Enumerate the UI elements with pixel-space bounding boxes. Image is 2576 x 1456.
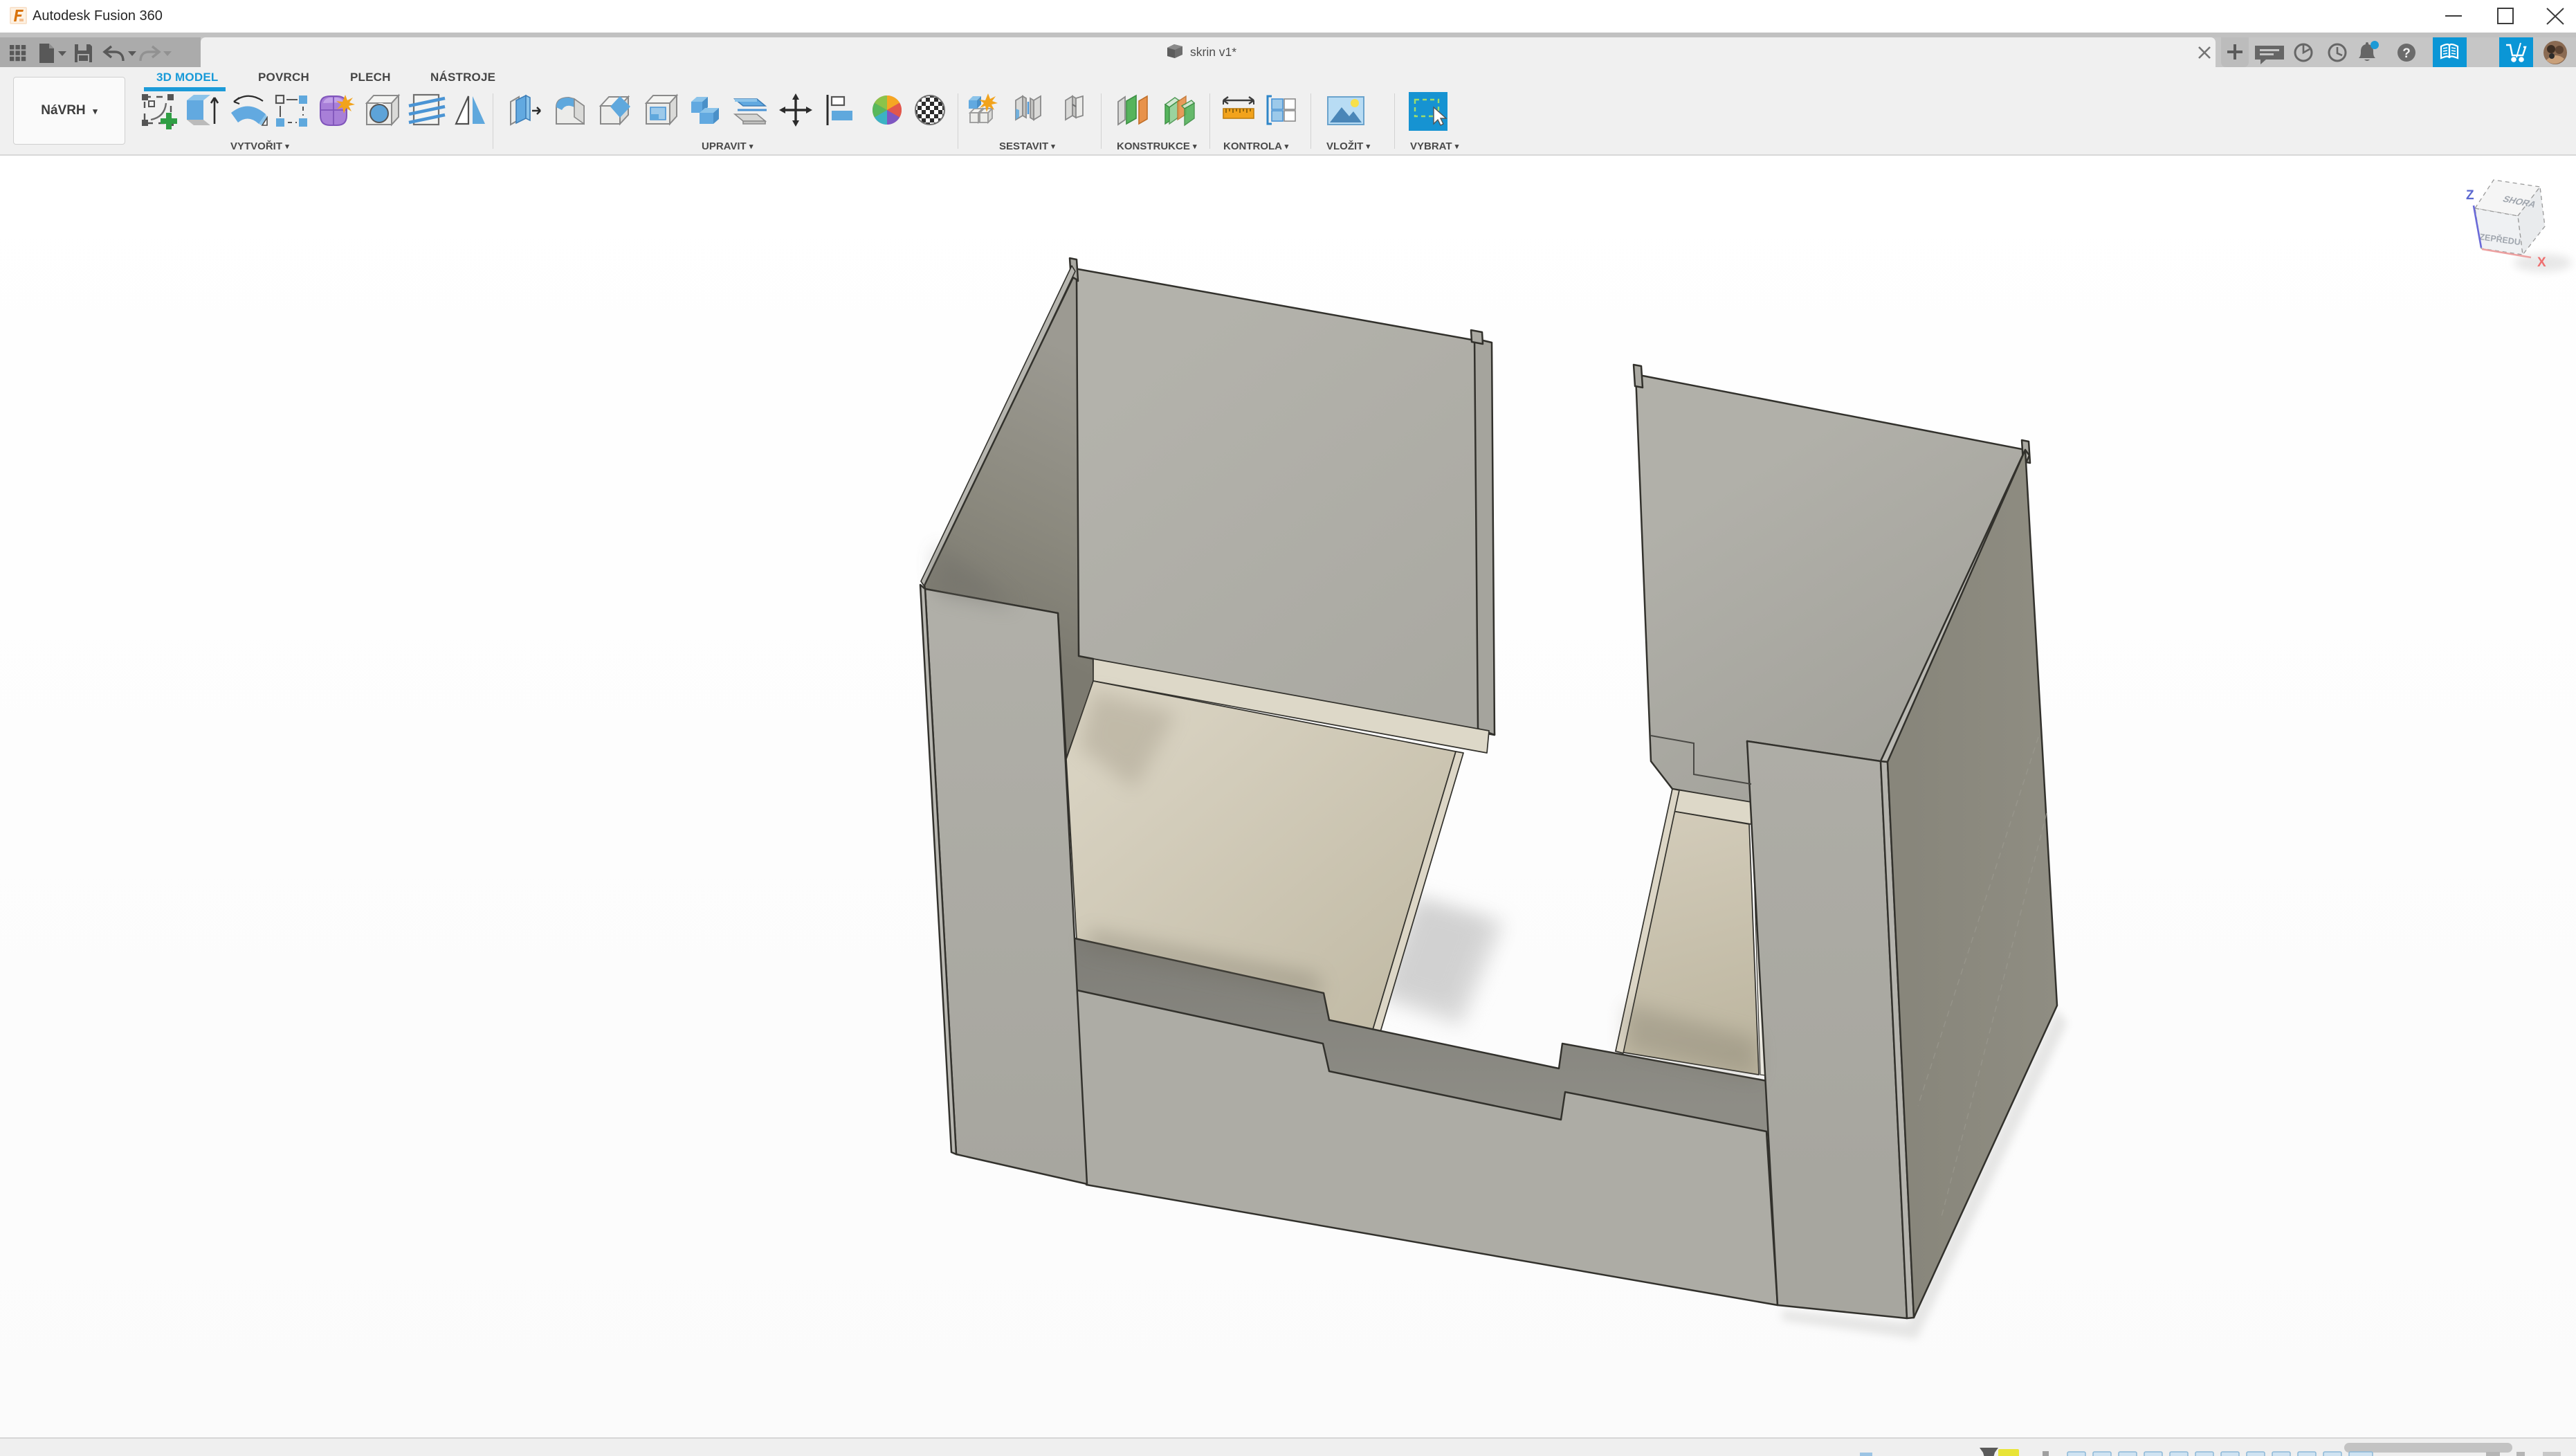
svg-text:?: ?	[2402, 46, 2411, 61]
svg-text:X: X	[2537, 255, 2546, 270]
svg-text:Z: Z	[2466, 188, 2474, 203]
